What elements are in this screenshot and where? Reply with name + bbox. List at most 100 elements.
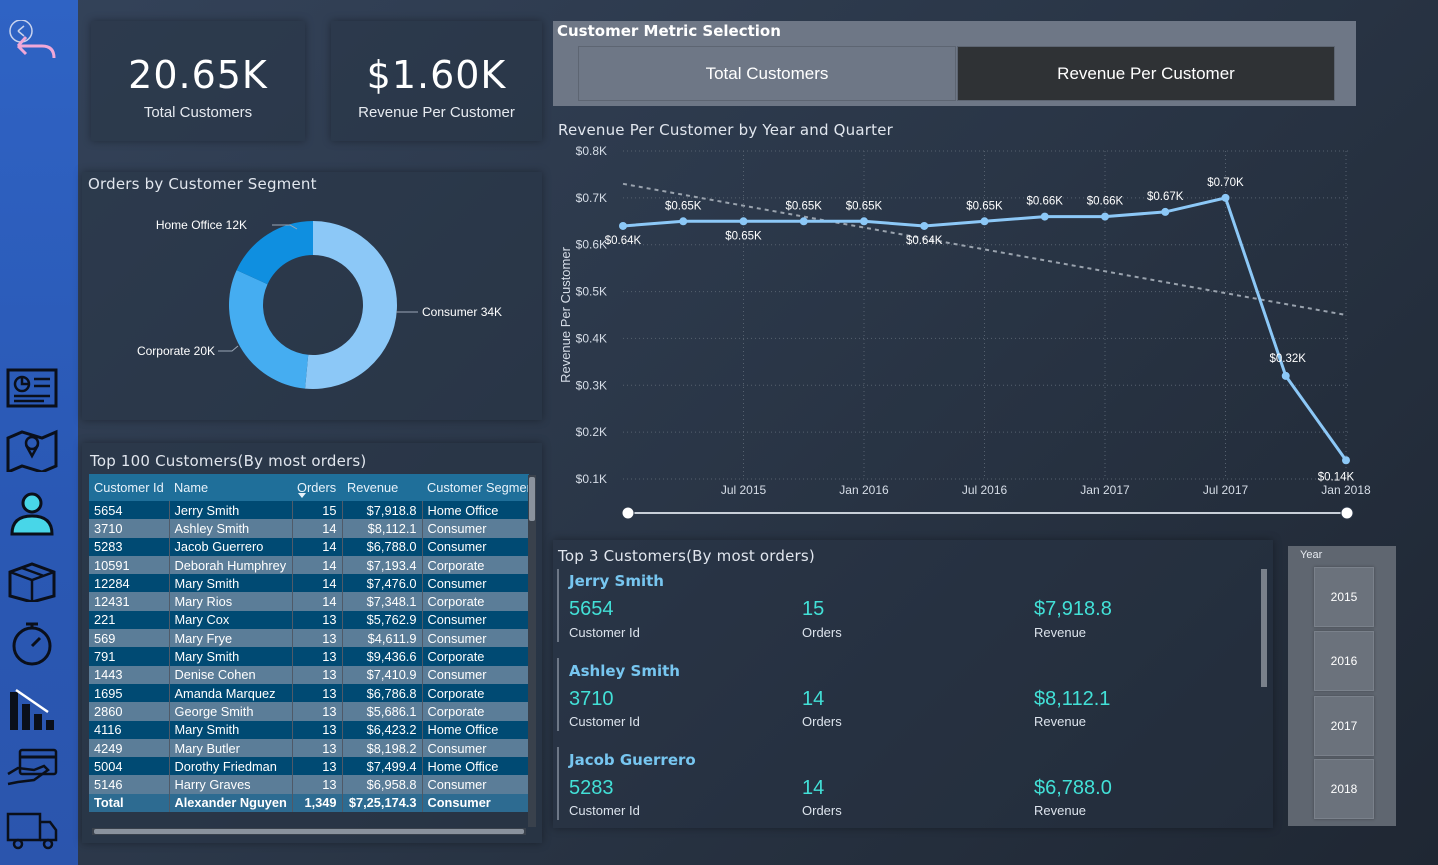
cell-revenue: $8,198.2 bbox=[341, 738, 422, 758]
top3-scrollbar[interactable] bbox=[1261, 569, 1267, 687]
donut-slice-home-office[interactable] bbox=[236, 221, 313, 285]
table-row[interactable]: 4116 Mary Smith 13 $6,423.2 Home Office bbox=[89, 720, 529, 739]
table-scrollbar-thumb[interactable] bbox=[529, 477, 535, 521]
table-hscrollbar-thumb[interactable] bbox=[94, 829, 524, 834]
date-slider-start-handle[interactable] bbox=[621, 506, 635, 520]
stopwatch-icon[interactable] bbox=[4, 620, 60, 666]
data-label: $0.66K bbox=[1027, 196, 1064, 208]
data-label: $0.32K bbox=[1270, 353, 1307, 365]
data-point[interactable] bbox=[679, 217, 688, 226]
year-button-2017[interactable]: 2017 bbox=[1314, 696, 1374, 756]
top3-orders: 14 bbox=[802, 688, 825, 710]
column-header-name[interactable]: Name bbox=[169, 474, 292, 501]
cell-customer-id: 5283 bbox=[89, 537, 169, 556]
table-row[interactable]: 569 Mary Frye 13 $4,611.9 Consumer bbox=[89, 629, 529, 648]
table-total-row[interactable]: Total Alexander Nguyen 1,349 $7,25,174.3 Con… bbox=[89, 793, 529, 813]
donut-slice-corporate[interactable] bbox=[228, 270, 309, 389]
data-point[interactable] bbox=[1342, 456, 1350, 465]
column-header-orders[interactable]: Orders bbox=[292, 474, 342, 501]
payment-icon[interactable] bbox=[4, 744, 60, 790]
y-tick-label: $0.1K bbox=[576, 472, 607, 486]
table-vertical-scrollbar[interactable] bbox=[528, 475, 536, 827]
table-row[interactable]: 5004 Dorothy Friedman 13 $7,499.4 Home Offic… bbox=[89, 757, 529, 776]
cell-name: Mary Rios bbox=[168, 592, 292, 611]
table-row[interactable]: 5146 Harry Graves 13 $6,958.8 Consumer bbox=[89, 775, 529, 794]
top3-customer-id: 5283 bbox=[569, 777, 614, 799]
data-point[interactable] bbox=[980, 217, 989, 226]
table-row[interactable]: 1695 Amanda Marquez 13 $6,786.8 Corporate bbox=[89, 683, 529, 703]
cell-customer-id: 5004 bbox=[89, 757, 169, 776]
table-row[interactable]: 2860 George Smith 13 $5,686.1 Corporate bbox=[89, 702, 529, 721]
kpi-label: Total Customers bbox=[143, 104, 253, 121]
data-point[interactable] bbox=[860, 217, 868, 226]
date-slider-end-handle[interactable] bbox=[1340, 506, 1354, 520]
cell-orders: 14 bbox=[291, 574, 342, 593]
cell-revenue: $7,25,174.3 bbox=[341, 793, 422, 813]
y-tick-label: $0.4K bbox=[576, 331, 607, 345]
map-icon[interactable] bbox=[4, 426, 60, 472]
y-tick-label: $0.3K bbox=[576, 378, 607, 392]
column-header-customer-id[interactable]: Customer Id bbox=[89, 474, 169, 501]
table-row[interactable]: 10591 Deborah Humphrey 14 $7,193.4 Corporate bbox=[89, 555, 529, 575]
data-point[interactable] bbox=[1101, 212, 1109, 221]
cell-revenue: $7,476.0 bbox=[341, 574, 422, 593]
year-button-2015[interactable]: 2015 bbox=[1314, 567, 1374, 627]
data-point[interactable] bbox=[1161, 207, 1170, 216]
data-point[interactable] bbox=[1221, 193, 1230, 202]
data-label: $0.14K bbox=[1318, 471, 1355, 483]
data-point[interactable] bbox=[619, 221, 627, 230]
column-header-revenue[interactable]: Revenue bbox=[342, 474, 422, 501]
data-point[interactable] bbox=[739, 217, 748, 226]
year-button-2016[interactable]: 2016 bbox=[1314, 631, 1374, 691]
year-slicer-title: Year bbox=[1300, 549, 1323, 561]
cell-revenue: $8,112.1 bbox=[341, 519, 422, 538]
cell-revenue: $7,499.4 bbox=[341, 757, 422, 776]
cell-name: Mary Smith bbox=[168, 720, 292, 739]
back-arrow-icon[interactable] bbox=[4, 20, 60, 66]
cell-name: Harry Graves bbox=[168, 775, 292, 794]
cell-revenue: $7,410.9 bbox=[341, 665, 422, 684]
top3-customer-name: Jerry Smith bbox=[569, 572, 664, 590]
segment-donut-chart: Home Office 12K Consumer 34K Corporate 2… bbox=[137, 218, 502, 389]
sort-descending-icon bbox=[298, 493, 306, 498]
dashboard-icon[interactable] bbox=[4, 364, 60, 410]
cell-customer-id: 5654 bbox=[89, 501, 169, 520]
table-row[interactable]: 4249 Mary Butler 13 $8,198.2 Consumer bbox=[89, 738, 529, 758]
cell-customer-id: 569 bbox=[89, 629, 169, 648]
cell-segment: Consumer bbox=[421, 665, 529, 684]
cell-segment: Corporate bbox=[421, 592, 529, 611]
delivery-truck-icon[interactable] bbox=[4, 806, 60, 852]
cell-customer-id: 2860 bbox=[89, 702, 169, 721]
cell-segment: Consumer bbox=[421, 738, 529, 758]
cell-orders: 13 bbox=[291, 738, 342, 758]
customer-icon[interactable] bbox=[4, 490, 60, 536]
donut-slice-consumer[interactable] bbox=[305, 221, 397, 389]
top3-title: Top 3 Customers(By most orders) bbox=[558, 547, 815, 565]
data-point[interactable] bbox=[1040, 212, 1049, 221]
table-row[interactable]: 12431 Mary Rios 14 $7,348.1 Corporate bbox=[89, 592, 529, 611]
table-row[interactable]: 1443 Denise Cohen 13 $7,410.9 Consumer bbox=[89, 665, 529, 684]
top3-orders: 14 bbox=[802, 777, 825, 799]
cell-orders: 13 bbox=[291, 629, 342, 648]
table-row[interactable]: 12284 Mary Smith 14 $7,476.0 Consumer bbox=[89, 574, 529, 593]
revenue-per-customer-button[interactable]: Revenue Per Customer bbox=[957, 46, 1335, 101]
table-row[interactable]: 3710 Ashley Smith 14 $8,112.1 Consumer bbox=[89, 519, 529, 538]
table-row[interactable]: 221 Mary Cox 13 $5,762.9 Consumer bbox=[89, 610, 529, 630]
column-header-customer-segment[interactable]: Customer Segment bbox=[422, 474, 529, 501]
table-row[interactable]: 791 Mary Smith 13 $9,436.6 Corporate bbox=[89, 647, 529, 666]
cell-name: Mary Frye bbox=[168, 629, 292, 648]
y-tick-label: $0.2K bbox=[576, 425, 607, 439]
total-customers-button[interactable]: Total Customers bbox=[578, 46, 956, 101]
table-row[interactable]: 5283 Jacob Guerrero 14 $6,788.0 Consumer bbox=[89, 537, 529, 556]
table-row[interactable]: 5654 Jerry Smith 15 $7,918.8 Home Office bbox=[89, 501, 529, 520]
data-point[interactable] bbox=[799, 217, 808, 226]
cell-revenue: $9,436.6 bbox=[341, 647, 422, 666]
year-button-2018[interactable]: 2018 bbox=[1314, 759, 1374, 819]
data-label: $0.65K bbox=[966, 200, 1003, 212]
table-horizontal-scrollbar[interactable] bbox=[92, 828, 526, 835]
decline-chart-icon[interactable] bbox=[4, 686, 60, 732]
x-tick-label: Jan 2016 bbox=[839, 483, 889, 497]
product-box-icon[interactable] bbox=[4, 556, 60, 602]
data-point[interactable] bbox=[920, 221, 929, 230]
data-point[interactable] bbox=[1281, 371, 1290, 380]
